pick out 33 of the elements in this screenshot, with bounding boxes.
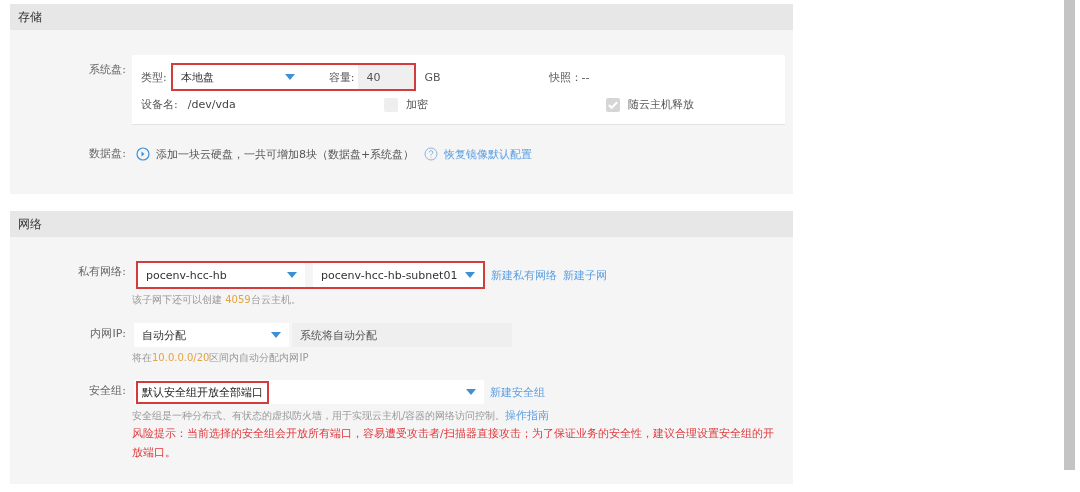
security-group-select[interactable]: 默认安全组开放全部端口 [134, 380, 484, 404]
section-title: 网络 [18, 215, 42, 233]
device-name: /dev/vda [187, 98, 237, 111]
field-label: 设备名: [141, 97, 178, 112]
scrollbar[interactable] [1064, 0, 1075, 470]
hint-text: 该子网下还可以创建 4059台云主机。 [132, 293, 302, 307]
field-label: 安全组: [88, 383, 127, 399]
field-label: 系统盘: [88, 62, 127, 78]
field-label: 私有网络: [77, 264, 127, 280]
subnet-select[interactable]: pocenv-hcc-hb-subnet01 [313, 263, 483, 287]
checkbox-label: 加密 [405, 97, 428, 112]
unit-label: GB [424, 70, 441, 84]
hint-text: 将在10.0.0.0/20区间内自动分配内网IP [132, 351, 310, 365]
caret-icon [287, 272, 297, 278]
ip-field[interactable]: 系统将自动分配 [292, 323, 512, 347]
ip-mode-select[interactable]: 自动分配 [134, 323, 289, 347]
network-select[interactable]: pocenv-hcc-hb [138, 263, 305, 287]
add-disk-text: 添加一块云硬盘，一共可增加8块（数据盘+系统盘） [156, 146, 415, 162]
caret-icon [271, 332, 281, 338]
risk-warning: 风险提示：当前选择的安全组会开放所有端口，容易遭受攻击者/扫描器直接攻击；为了保证业务的安全性，建议合理设置安全组的开放端口。 [132, 426, 775, 461]
field-label: 内网IP: [89, 326, 127, 342]
caret-icon [466, 389, 476, 395]
field-label: 类型: [141, 69, 167, 85]
field-label: 数据盘: [88, 146, 127, 162]
capacity-field[interactable]: 40 [358, 65, 415, 89]
help-icon[interactable] [424, 147, 439, 161]
caret-icon [284, 74, 295, 80]
caret-icon [465, 272, 475, 278]
checkbox-label: 随云主机释放 [627, 97, 694, 112]
add-icon[interactable] [136, 147, 150, 161]
snapshot-label: 快照：-- [548, 69, 590, 85]
field-label: 容量: [328, 69, 355, 85]
section-title: 存储 [18, 8, 42, 26]
